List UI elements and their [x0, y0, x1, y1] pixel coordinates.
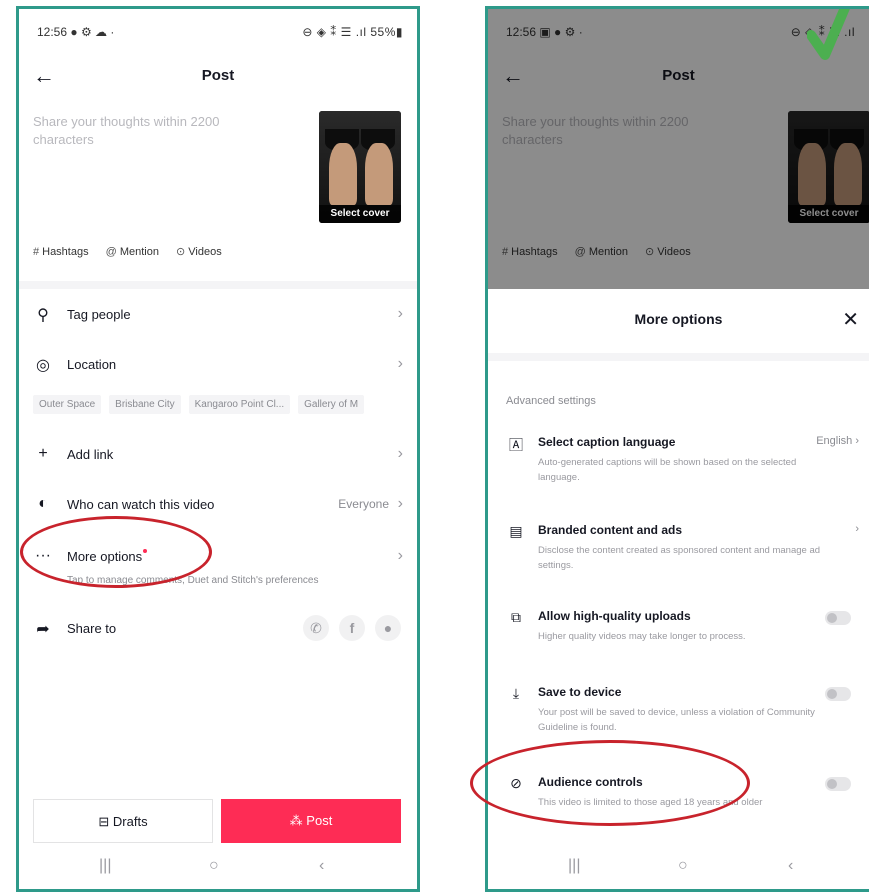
drafts-icon: ⊟ — [98, 814, 113, 829]
chevron-right-icon: › — [397, 547, 403, 564]
post-icon: ⁂ — [289, 813, 307, 828]
save-to-device-toggle[interactable] — [825, 687, 851, 701]
sheet-title: More options — [634, 311, 723, 327]
caption-language-option[interactable]: 🄰 Select caption language English › Auto… — [506, 435, 859, 485]
person-icon: ⚲ — [37, 307, 49, 324]
chevron-right-icon: › — [855, 523, 859, 535]
page-title: Post — [201, 67, 235, 84]
privacy-value: Everyone — [338, 497, 389, 511]
location-chip[interactable]: Brisbane City — [109, 395, 181, 414]
status-icons: ⊖ ◈ ⁑ ☰ .ıl 55%▮ — [302, 25, 403, 39]
download-icon: ⤓ — [512, 685, 520, 701]
top-bar: ← Post — [19, 57, 417, 97]
add-link-row[interactable]: + Add link › — [33, 443, 403, 471]
status-bar: 12:56 ● ⚙ ☁ · ⊖ ◈ ⁑ ☰ .ıl 55%▮ — [37, 25, 407, 43]
highlight-ring-more-options — [20, 516, 212, 588]
plus-icon: + — [38, 445, 48, 462]
message-icon[interactable]: ● — [375, 615, 401, 641]
left-phone-screen: 12:56 ● ⚙ ☁ · ⊖ ◈ ⁑ ☰ .ıl 55%▮ ← Post Sh… — [16, 6, 420, 892]
chevron-right-icon: › — [397, 445, 403, 462]
highlight-ring-audience-controls — [470, 740, 750, 826]
branded-content-icon: ▤ — [509, 523, 523, 539]
whatsapp-icon[interactable]: ✆ — [303, 615, 329, 641]
chevron-right-icon: › — [397, 495, 403, 512]
back-nav-icon[interactable]: ‹ — [319, 857, 324, 875]
hashtags-chip[interactable]: # Hashtags — [33, 242, 89, 262]
home-icon[interactable]: ○ — [678, 857, 688, 875]
chevron-right-icon: › — [397, 355, 403, 372]
home-icon[interactable]: ○ — [209, 857, 219, 875]
back-nav-icon[interactable]: ‹ — [788, 857, 793, 875]
chevron-right-icon: › — [397, 305, 403, 322]
android-nav-bar: ||| ○ ‹ — [19, 853, 417, 883]
close-icon[interactable]: ✕ — [842, 307, 859, 332]
divider — [19, 281, 417, 289]
videos-chip[interactable]: ⊙ Videos — [176, 241, 222, 262]
share-icon: ➦ — [36, 621, 50, 638]
caption-input[interactable]: Share your thoughts within 2200 characte… — [33, 113, 283, 149]
high-quality-uploads-option: ⧉ Allow high-quality uploads Higher qual… — [506, 609, 859, 649]
location-row[interactable]: ◎ Location › — [33, 353, 403, 381]
caption-icon: 🄰 — [509, 437, 523, 453]
facebook-icon[interactable]: f — [339, 615, 365, 641]
tag-people-row[interactable]: ⚲ Tag people › — [33, 303, 403, 331]
video-thumbnail[interactable]: Select cover — [319, 111, 401, 223]
caption-chips: # Hashtags @ Mention ⊙ Videos — [33, 241, 236, 262]
location-chip[interactable]: Outer Space — [33, 395, 102, 414]
select-cover-button[interactable]: Select cover — [319, 205, 401, 223]
branded-content-option[interactable]: ▤ Branded content and ads › Disclose the… — [506, 523, 859, 573]
upload-hd-icon: ⧉ — [511, 609, 521, 625]
android-nav-bar: ||| ○ ‹ — [488, 853, 869, 883]
bottom-actions: ⊟ Drafts ⁂ Post — [33, 799, 401, 843]
location-suggestions: Outer Space Brisbane City Kangaroo Point C… — [33, 395, 372, 414]
share-targets: ✆ f ● — [293, 615, 401, 641]
location-pin-icon: ◎ — [36, 357, 50, 374]
audience-controls-toggle[interactable] — [825, 777, 851, 791]
post-button[interactable]: ⁂ Post — [221, 799, 401, 843]
mention-chip[interactable]: @ Mention — [106, 242, 159, 262]
drafts-button[interactable]: ⊟ Drafts — [33, 799, 213, 843]
save-to-device-option: ⤓ Save to device Your post will be saved… — [506, 685, 859, 735]
divider — [488, 353, 869, 361]
location-chip[interactable]: Gallery of M — [298, 395, 365, 414]
check-mark-icon — [807, 9, 850, 60]
location-chip[interactable]: Kangaroo Point Cl... — [188, 395, 291, 414]
status-time: 12:56 ● ⚙ ☁ · — [37, 25, 115, 39]
recent-apps-icon[interactable]: ||| — [99, 857, 111, 875]
recent-apps-icon[interactable]: ||| — [568, 857, 580, 875]
globe-icon: ◐ — [38, 495, 48, 512]
section-label: Advanced settings — [506, 395, 596, 407]
high-quality-toggle[interactable] — [825, 611, 851, 625]
language-value: English › — [816, 435, 859, 447]
